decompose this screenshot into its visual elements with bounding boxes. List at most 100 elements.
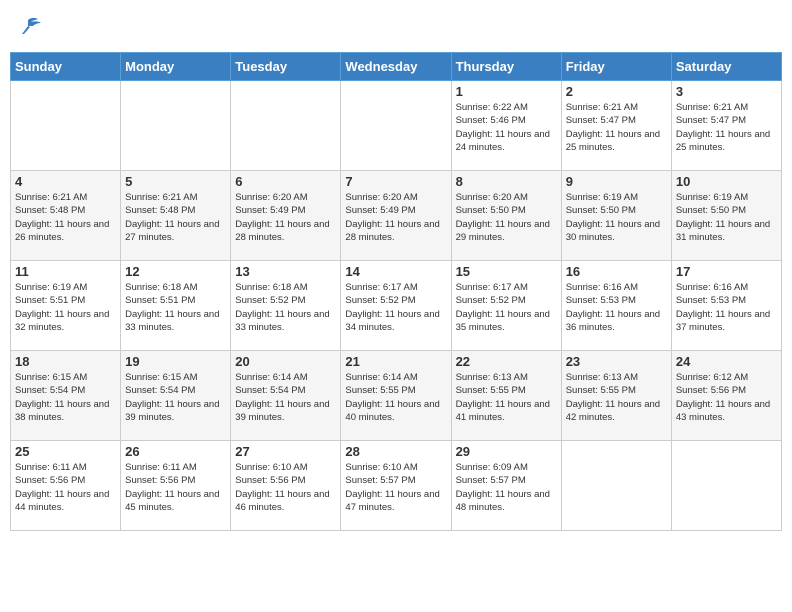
day-info: Sunrise: 6:11 AM Sunset: 5:56 PM Dayligh… [125,461,226,514]
day-number: 22 [456,354,557,369]
calendar-cell [11,81,121,171]
calendar-cell: 14 Sunrise: 6:17 AM Sunset: 5:52 PM Dayli… [341,261,451,351]
day-info: Sunrise: 6:14 AM Sunset: 5:55 PM Dayligh… [345,371,446,424]
page-header [10,10,782,44]
calendar-week-row: 11 Sunrise: 6:19 AM Sunset: 5:51 PM Dayli… [11,261,782,351]
calendar-cell [231,81,341,171]
calendar-cell [341,81,451,171]
calendar-cell: 4 Sunrise: 6:21 AM Sunset: 5:48 PM Daylig… [11,171,121,261]
day-number: 24 [676,354,777,369]
day-info: Sunrise: 6:20 AM Sunset: 5:49 PM Dayligh… [235,191,336,244]
day-number: 6 [235,174,336,189]
calendar-cell: 21 Sunrise: 6:14 AM Sunset: 5:55 PM Dayli… [341,351,451,441]
day-info: Sunrise: 6:22 AM Sunset: 5:46 PM Dayligh… [456,101,557,154]
day-info: Sunrise: 6:10 AM Sunset: 5:56 PM Dayligh… [235,461,336,514]
calendar-cell: 10Sunrise: 6:19 AM Sunset: 5:50 PM Dayli… [671,171,781,261]
day-info: Sunrise: 6:20 AM Sunset: 5:49 PM Dayligh… [345,191,446,244]
day-number: 15 [456,264,557,279]
calendar-cell: 3 Sunrise: 6:21 AM Sunset: 5:47 PM Daylig… [671,81,781,171]
day-header-thursday: Thursday [451,53,561,81]
day-info: Sunrise: 6:10 AM Sunset: 5:57 PM Dayligh… [345,461,446,514]
day-info: Sunrise: 6:21 AM Sunset: 5:47 PM Dayligh… [566,101,667,154]
day-number: 3 [676,84,777,99]
day-info: Sunrise: 6:12 AM Sunset: 5:56 PM Dayligh… [676,371,777,424]
day-info: Sunrise: 6:21 AM Sunset: 5:48 PM Dayligh… [125,191,226,244]
logo-bird-icon [14,16,42,38]
day-number: 7 [345,174,446,189]
calendar-cell: 11 Sunrise: 6:19 AM Sunset: 5:51 PM Dayli… [11,261,121,351]
day-info: Sunrise: 6:19 AM Sunset: 5:51 PM Dayligh… [15,281,116,334]
day-number: 19 [125,354,226,369]
day-header-monday: Monday [121,53,231,81]
day-info: Sunrise: 6:19 AM Sunset: 5:50 PM Dayligh… [566,191,667,244]
day-number: 5 [125,174,226,189]
day-number: 28 [345,444,446,459]
day-info: Sunrise: 6:21 AM Sunset: 5:47 PM Dayligh… [676,101,777,154]
day-number: 2 [566,84,667,99]
calendar-cell: 13 Sunrise: 6:18 AM Sunset: 5:52 PM Dayli… [231,261,341,351]
calendar-cell: 24 Sunrise: 6:12 AM Sunset: 5:56 PM Dayli… [671,351,781,441]
day-info: Sunrise: 6:13 AM Sunset: 5:55 PM Dayligh… [566,371,667,424]
calendar-cell: 16 Sunrise: 6:16 AM Sunset: 5:53 PM Dayli… [561,261,671,351]
calendar-cell: 15 Sunrise: 6:17 AM Sunset: 5:52 PM Dayli… [451,261,561,351]
day-info: Sunrise: 6:09 AM Sunset: 5:57 PM Dayligh… [456,461,557,514]
calendar-cell: 19 Sunrise: 6:15 AM Sunset: 5:54 PM Dayli… [121,351,231,441]
calendar-week-row: 4 Sunrise: 6:21 AM Sunset: 5:48 PM Daylig… [11,171,782,261]
day-info: Sunrise: 6:15 AM Sunset: 5:54 PM Dayligh… [125,371,226,424]
day-number: 21 [345,354,446,369]
day-number: 29 [456,444,557,459]
calendar-cell: 27 Sunrise: 6:10 AM Sunset: 5:56 PM Dayli… [231,441,341,531]
day-info: Sunrise: 6:20 AM Sunset: 5:50 PM Dayligh… [456,191,557,244]
day-number: 13 [235,264,336,279]
day-number: 4 [15,174,116,189]
day-number: 18 [15,354,116,369]
calendar-cell: 25 Sunrise: 6:11 AM Sunset: 5:56 PM Dayli… [11,441,121,531]
calendar-header-row: SundayMondayTuesdayWednesdayThursdayFrid… [11,53,782,81]
day-number: 14 [345,264,446,279]
calendar-cell: 29 Sunrise: 6:09 AM Sunset: 5:57 PM Dayli… [451,441,561,531]
calendar-week-row: 25 Sunrise: 6:11 AM Sunset: 5:56 PM Dayli… [11,441,782,531]
day-number: 17 [676,264,777,279]
day-header-tuesday: Tuesday [231,53,341,81]
day-number: 10 [676,174,777,189]
calendar-cell: 28 Sunrise: 6:10 AM Sunset: 5:57 PM Dayli… [341,441,451,531]
day-number: 1 [456,84,557,99]
calendar-week-row: 1 Sunrise: 6:22 AM Sunset: 5:46 PM Daylig… [11,81,782,171]
day-number: 20 [235,354,336,369]
calendar-cell [121,81,231,171]
calendar-cell: 12 Sunrise: 6:18 AM Sunset: 5:51 PM Dayli… [121,261,231,351]
day-number: 12 [125,264,226,279]
calendar-cell: 9 Sunrise: 6:19 AM Sunset: 5:50 PM Daylig… [561,171,671,261]
day-number: 25 [15,444,116,459]
day-info: Sunrise: 6:15 AM Sunset: 5:54 PM Dayligh… [15,371,116,424]
day-header-saturday: Saturday [671,53,781,81]
day-info: Sunrise: 6:16 AM Sunset: 5:53 PM Dayligh… [566,281,667,334]
calendar-cell: 18 Sunrise: 6:15 AM Sunset: 5:54 PM Dayli… [11,351,121,441]
day-info: Sunrise: 6:17 AM Sunset: 5:52 PM Dayligh… [345,281,446,334]
day-info: Sunrise: 6:16 AM Sunset: 5:53 PM Dayligh… [676,281,777,334]
day-info: Sunrise: 6:17 AM Sunset: 5:52 PM Dayligh… [456,281,557,334]
day-info: Sunrise: 6:18 AM Sunset: 5:51 PM Dayligh… [125,281,226,334]
calendar-cell: 20 Sunrise: 6:14 AM Sunset: 5:54 PM Dayli… [231,351,341,441]
calendar-cell: 8Sunrise: 6:20 AM Sunset: 5:50 PM Daylig… [451,171,561,261]
day-info: Sunrise: 6:11 AM Sunset: 5:56 PM Dayligh… [15,461,116,514]
day-number: 16 [566,264,667,279]
day-info: Sunrise: 6:18 AM Sunset: 5:52 PM Dayligh… [235,281,336,334]
day-number: 11 [15,264,116,279]
calendar-cell: 2 Sunrise: 6:21 AM Sunset: 5:47 PM Daylig… [561,81,671,171]
day-number: 26 [125,444,226,459]
day-number: 27 [235,444,336,459]
day-header-friday: Friday [561,53,671,81]
calendar-cell: 1 Sunrise: 6:22 AM Sunset: 5:46 PM Daylig… [451,81,561,171]
calendar-cell [671,441,781,531]
day-header-wednesday: Wednesday [341,53,451,81]
day-number: 9 [566,174,667,189]
day-info: Sunrise: 6:14 AM Sunset: 5:54 PM Dayligh… [235,371,336,424]
day-header-sunday: Sunday [11,53,121,81]
calendar-cell: 23Sunrise: 6:13 AM Sunset: 5:55 PM Dayli… [561,351,671,441]
calendar-cell: 26 Sunrise: 6:11 AM Sunset: 5:56 PM Dayli… [121,441,231,531]
calendar-week-row: 18 Sunrise: 6:15 AM Sunset: 5:54 PM Dayli… [11,351,782,441]
calendar-cell: 7 Sunrise: 6:20 AM Sunset: 5:49 PM Daylig… [341,171,451,261]
day-info: Sunrise: 6:21 AM Sunset: 5:48 PM Dayligh… [15,191,116,244]
calendar-table: SundayMondayTuesdayWednesdayThursdayFrid… [10,52,782,531]
